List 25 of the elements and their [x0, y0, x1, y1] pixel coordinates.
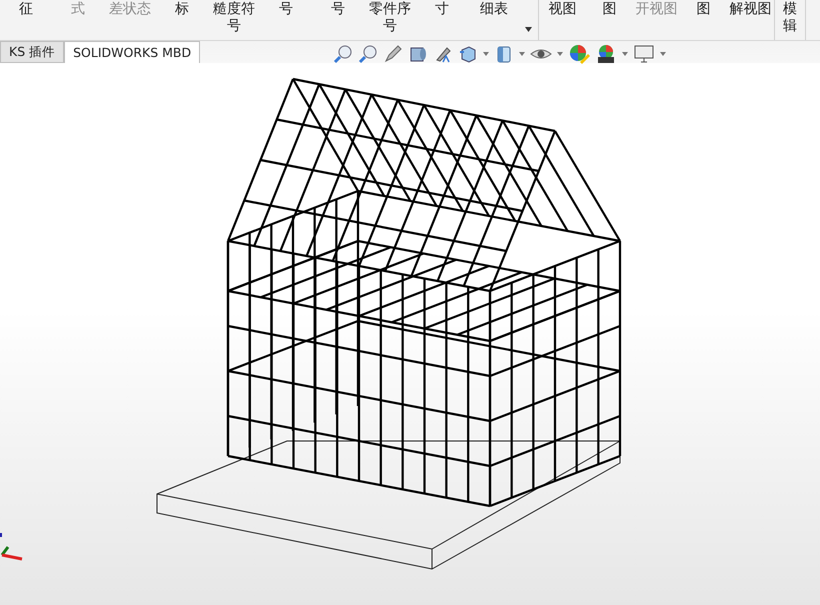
ribbon-button-label[interactable]: 号	[331, 1, 345, 18]
ribbon-button-label[interactable]: 征	[19, 1, 33, 18]
ribbon-button-label[interactable]: 辑	[783, 18, 797, 35]
tab[interactable]: SOLIDWORKS MBD	[64, 41, 200, 63]
ribbon-button-label[interactable]: 图	[602, 1, 616, 18]
ribbon-button-label[interactable]: 图	[696, 1, 710, 18]
ribbon-button-label[interactable]: 视图	[548, 1, 576, 18]
ribbon-button-label[interactable]: 号	[227, 18, 241, 35]
monitor-icon[interactable]	[633, 44, 655, 64]
ribbon-button-label[interactable]: 细表	[480, 1, 508, 18]
caret-icon[interactable]	[525, 27, 532, 32]
ribbon-button-label[interactable]: 零件序	[369, 1, 411, 18]
zoom-icon[interactable]	[333, 44, 353, 64]
tab[interactable]: KS 插件	[0, 41, 64, 63]
cube-icon[interactable]	[458, 44, 478, 64]
ribbon-button-label[interactable]: 号	[279, 1, 293, 18]
scene-icon[interactable]	[595, 43, 617, 65]
zoom-icon[interactable]	[358, 44, 378, 64]
ribbon-button-label[interactable]: 糙度符	[213, 1, 255, 18]
ribbon-button-label[interactable]: 解视图	[730, 1, 772, 18]
ribbon-button-label[interactable]: 模	[783, 1, 797, 18]
ribbon-button-label[interactable]: 标	[175, 1, 189, 18]
appearance-icon[interactable]	[568, 43, 590, 65]
ribbon-button-label[interactable]: 号	[383, 18, 397, 35]
ribbon-button-label[interactable]: 寸	[435, 1, 449, 18]
